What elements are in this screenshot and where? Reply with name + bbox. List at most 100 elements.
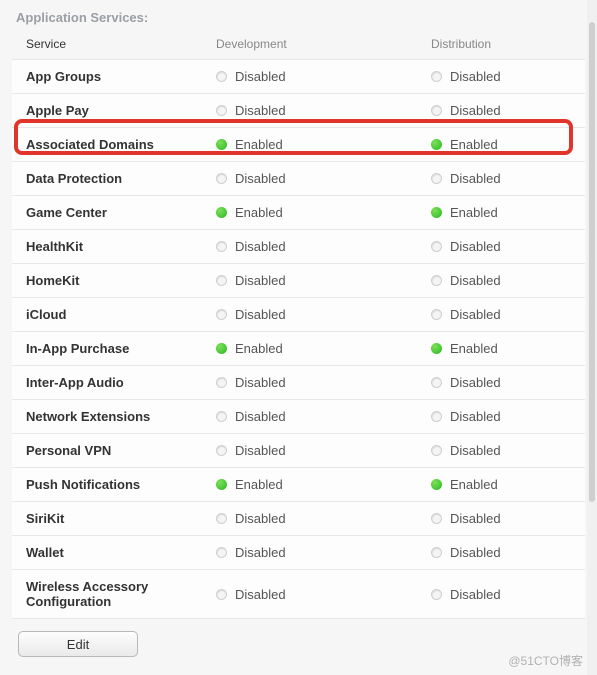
service-name: SiriKit <box>26 511 216 526</box>
status-label: Disabled <box>450 69 501 84</box>
status-label: Disabled <box>450 171 501 186</box>
status-label: Disabled <box>235 171 286 186</box>
status-disabled-icon <box>431 105 442 116</box>
status-label: Disabled <box>235 273 286 288</box>
status-label: Disabled <box>450 587 501 602</box>
table-row[interactable]: Apple Pay Disabled Disabled <box>12 94 585 128</box>
scrollbar[interactable] <box>587 0 597 675</box>
status-disabled-icon <box>216 589 227 600</box>
distribution-status: Enabled <box>431 477 571 492</box>
status-disabled-icon <box>216 309 227 320</box>
distribution-status: Disabled <box>431 103 571 118</box>
status-enabled-icon <box>216 479 227 490</box>
service-name: App Groups <box>26 69 216 84</box>
status-disabled-icon <box>431 275 442 286</box>
distribution-status: Disabled <box>431 307 571 322</box>
table-row[interactable]: Push NotificationsEnabledEnabled <box>12 468 585 502</box>
table-header: Service Development Distribution <box>12 29 585 60</box>
distribution-status: Disabled <box>431 239 571 254</box>
status-enabled-icon <box>431 479 442 490</box>
table-row[interactable]: Wireless Accessory ConfigurationDisabled… <box>12 570 585 619</box>
table-row[interactable]: iCloudDisabledDisabled <box>12 298 585 332</box>
status-label: Disabled <box>450 545 501 560</box>
status-label: Disabled <box>450 375 501 390</box>
table-row[interactable]: Associated DomainsEnabledEnabled <box>12 128 585 162</box>
header-development: Development <box>216 37 431 51</box>
distribution-status: Disabled <box>431 511 571 526</box>
distribution-status: Disabled <box>431 545 571 560</box>
table-row[interactable]: Personal VPNDisabledDisabled <box>12 434 585 468</box>
status-label: Enabled <box>450 205 498 220</box>
service-name: HomeKit <box>26 273 216 288</box>
service-name: Data Protection <box>26 171 216 186</box>
service-name: iCloud <box>26 307 216 322</box>
development-status: Disabled <box>216 103 431 118</box>
status-label: Disabled <box>450 103 501 118</box>
header-distribution: Distribution <box>431 37 571 51</box>
status-disabled-icon <box>431 377 442 388</box>
service-name: Associated Domains <box>26 137 216 152</box>
table-row[interactable]: HealthKit Disabled Disabled <box>12 230 585 264</box>
table-row[interactable]: WalletDisabledDisabled <box>12 536 585 570</box>
status-disabled-icon <box>216 71 227 82</box>
edit-button[interactable]: Edit <box>18 631 138 657</box>
distribution-status: Disabled <box>431 409 571 424</box>
table-row[interactable]: App Groups Disabled Disabled <box>12 60 585 94</box>
development-status: Disabled <box>216 239 431 254</box>
distribution-status: Disabled <box>431 69 571 84</box>
development-status: Disabled <box>216 69 431 84</box>
development-status: Disabled <box>216 375 431 390</box>
table-row[interactable]: Network ExtensionsDisabledDisabled <box>12 400 585 434</box>
distribution-status: Disabled <box>431 375 571 390</box>
development-status: Disabled <box>216 511 431 526</box>
status-label: Disabled <box>235 239 286 254</box>
status-label: Enabled <box>450 137 498 152</box>
status-disabled-icon <box>431 513 442 524</box>
status-label: Disabled <box>450 409 501 424</box>
table-row[interactable]: Game Center Enabled Enabled <box>12 196 585 230</box>
distribution-status: Enabled <box>431 205 571 220</box>
status-label: Disabled <box>235 69 286 84</box>
status-enabled-icon <box>431 343 442 354</box>
distribution-status: Enabled <box>431 137 571 152</box>
service-name: Apple Pay <box>26 103 216 118</box>
status-enabled-icon <box>431 139 442 150</box>
status-disabled-icon <box>431 411 442 422</box>
scroll-thumb[interactable] <box>589 22 595 502</box>
services-table: Service Development Distribution App Gro… <box>12 29 585 619</box>
status-label: Disabled <box>235 511 286 526</box>
status-label: Disabled <box>450 307 501 322</box>
development-status: Disabled <box>216 443 431 458</box>
table-row[interactable]: Inter-App AudioDisabledDisabled <box>12 366 585 400</box>
service-name: Personal VPN <box>26 443 216 458</box>
status-enabled-icon <box>431 207 442 218</box>
development-status: Enabled <box>216 477 431 492</box>
status-disabled-icon <box>431 445 442 456</box>
status-disabled-icon <box>216 105 227 116</box>
service-name: HealthKit <box>26 239 216 254</box>
table-row[interactable]: In-App PurchaseEnabledEnabled <box>12 332 585 366</box>
service-name: Push Notifications <box>26 477 216 492</box>
service-name: Network Extensions <box>26 409 216 424</box>
status-label: Disabled <box>235 545 286 560</box>
table-row[interactable]: SiriKit Disabled Disabled <box>12 502 585 536</box>
status-disabled-icon <box>431 309 442 320</box>
status-disabled-icon <box>216 547 227 558</box>
distribution-status: Disabled <box>431 443 571 458</box>
development-status: Disabled <box>216 307 431 322</box>
status-label: Disabled <box>450 273 501 288</box>
status-disabled-icon <box>431 71 442 82</box>
status-disabled-icon <box>431 241 442 252</box>
table-row[interactable]: Data Protection Disabled Disabled <box>12 162 585 196</box>
distribution-status: Disabled <box>431 587 571 602</box>
status-label: Enabled <box>235 205 283 220</box>
status-label: Enabled <box>450 477 498 492</box>
table-row[interactable]: HomeKit Disabled Disabled <box>12 264 585 298</box>
distribution-status: Enabled <box>431 341 571 356</box>
status-label: Disabled <box>235 103 286 118</box>
status-label: Enabled <box>450 341 498 356</box>
service-name: Game Center <box>26 205 216 220</box>
status-disabled-icon <box>216 445 227 456</box>
status-disabled-icon <box>431 589 442 600</box>
development-status: Disabled <box>216 587 431 602</box>
